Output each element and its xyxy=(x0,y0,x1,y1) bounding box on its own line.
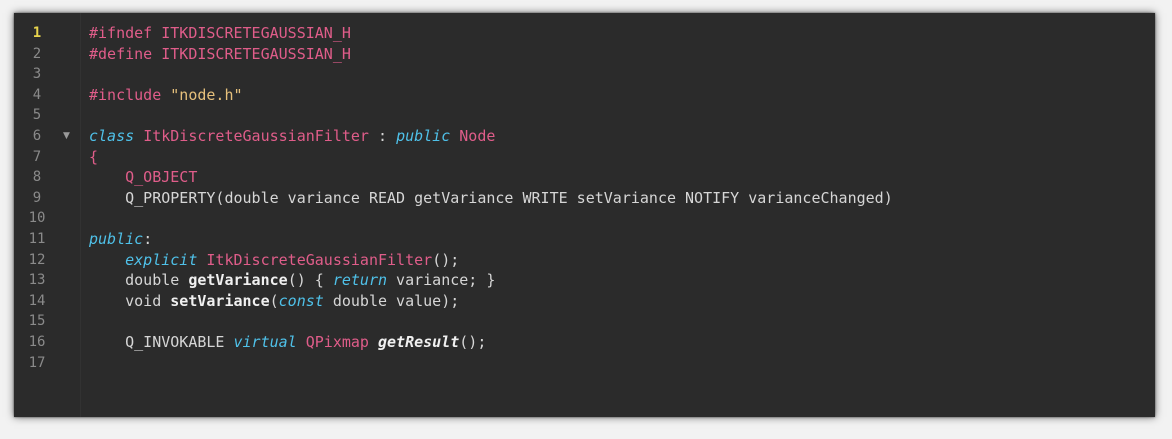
line-number: 6 xyxy=(32,128,42,144)
code-token: : xyxy=(143,230,153,248)
code-token: "node.h" xyxy=(170,85,243,104)
code-line-text: #include "node.h" xyxy=(89,85,243,105)
code-token: #define ITKDISCRETEGAUSSIAN_H xyxy=(89,44,351,63)
code-token: Q_PROPERTY(double variance READ getVaria… xyxy=(89,188,893,207)
code-line[interactable] xyxy=(81,64,1155,84)
code-token: ItkDiscreteGaussianFilter xyxy=(206,250,433,269)
code-line[interactable]: Q_INVOKABLE virtual QPixmap getResult(); xyxy=(81,332,1155,352)
line-number: 3 xyxy=(32,66,42,83)
code-token: #ifndef ITKDISCRETEGAUSSIAN_H xyxy=(89,24,351,42)
code-token: #include xyxy=(89,85,171,104)
code-line[interactable]: { xyxy=(81,147,1155,167)
code-line-text: Q_PROPERTY(double variance READ getVaria… xyxy=(89,188,893,208)
line-number: 9 xyxy=(32,189,42,206)
code-token: const xyxy=(278,291,324,310)
code-token: Q_INVOKABLE xyxy=(89,333,234,351)
code-token: variance; } xyxy=(387,271,496,290)
code-token: double value); xyxy=(323,291,460,310)
code-token: : xyxy=(368,127,397,145)
code-line-text: class ItkDiscreteGaussianFilter : public… xyxy=(89,126,495,146)
code-token: Node xyxy=(459,127,496,145)
code-token: class xyxy=(89,127,135,145)
code-line-text: Q_OBJECT xyxy=(89,167,197,187)
line-number: 13 xyxy=(28,272,46,289)
line-number: 7 xyxy=(32,148,42,165)
line-number: 14 xyxy=(28,292,46,309)
code-token: public xyxy=(89,230,144,248)
code-token: (); xyxy=(432,250,460,269)
code-line-text: { xyxy=(89,147,98,167)
code-editor-window: 1 2 3 4 5 6 ▼ 7 8 9 10 11 12 13 14 15 16 17 #ifndef ITKDI… xyxy=(14,13,1155,417)
line-number: 17 xyxy=(28,354,46,371)
code-line[interactable]: Q_PROPERTY(double variance READ getVaria… xyxy=(81,188,1155,208)
code-token: virtual xyxy=(233,333,297,351)
code-line[interactable] xyxy=(81,208,1155,228)
line-number: 16 xyxy=(28,334,46,350)
code-line[interactable] xyxy=(81,311,1155,331)
code-line-text: explicit ItkDiscreteGaussianFilter(); xyxy=(89,250,459,270)
code-token: ( xyxy=(269,291,279,310)
line-number-gutter: 1 2 3 4 5 6 ▼ 7 8 9 10 11 12 13 14 15 16 17 xyxy=(14,13,80,417)
code-token: () { xyxy=(287,271,333,290)
code-token: public xyxy=(396,127,451,145)
code-token: { xyxy=(89,147,99,166)
code-line-text: #ifndef ITKDISCRETEGAUSSIAN_H xyxy=(89,23,351,43)
code-line[interactable]: #include "node.h" xyxy=(81,85,1155,105)
code-token: ItkDiscreteGaussianFilter xyxy=(143,127,369,145)
line-number: 4 xyxy=(32,86,42,103)
line-number: 5 xyxy=(32,107,42,124)
code-token: setVariance xyxy=(170,291,270,310)
code-text-area[interactable]: #ifndef ITKDISCRETEGAUSSIAN_H #define ITK… xyxy=(80,13,1155,417)
code-token: getResult xyxy=(378,333,460,351)
code-line-text: void setVariance(const double value); xyxy=(89,291,459,311)
code-line-text: Q_INVOKABLE virtual QPixmap getResult(); xyxy=(89,332,486,352)
line-number: 15 xyxy=(28,313,46,330)
code-line-text: public: xyxy=(89,229,152,249)
code-token: return xyxy=(332,271,388,290)
line-number: 2 xyxy=(32,45,42,62)
code-line[interactable] xyxy=(81,353,1155,373)
code-token: void xyxy=(89,291,171,310)
line-number: 1 xyxy=(32,25,42,41)
code-token: (); xyxy=(459,333,487,351)
code-token: getVariance xyxy=(188,271,288,290)
fold-toggle-icon[interactable]: ▼ xyxy=(63,126,73,146)
code-line-text: #define ITKDISCRETEGAUSSIAN_H xyxy=(89,44,351,64)
code-line[interactable] xyxy=(81,105,1155,125)
code-token: double xyxy=(89,271,189,290)
code-line[interactable]: #ifndef ITKDISCRETEGAUSSIAN_H xyxy=(81,23,1155,43)
line-number: 10 xyxy=(28,210,46,227)
line-number: 8 xyxy=(32,169,42,186)
code-token: Q_OBJECT xyxy=(125,168,198,187)
code-line[interactable]: class ItkDiscreteGaussianFilter : public… xyxy=(81,126,1155,146)
line-number: 11 xyxy=(28,231,46,247)
code-token: explicit xyxy=(125,250,198,269)
code-line[interactable]: public: xyxy=(81,229,1155,249)
code-line[interactable]: #define ITKDISCRETEGAUSSIAN_H xyxy=(81,44,1155,64)
code-line[interactable]: double getVariance() { return variance; … xyxy=(81,270,1155,290)
line-number: 12 xyxy=(28,251,46,268)
code-line-text: double getVariance() { return variance; … xyxy=(89,270,495,290)
code-line[interactable]: Q_OBJECT xyxy=(81,167,1155,187)
code-line[interactable]: explicit ItkDiscreteGaussianFilter(); xyxy=(81,250,1155,270)
code-line[interactable]: void setVariance(const double value); xyxy=(81,291,1155,311)
code-token: QPixmap xyxy=(305,333,369,351)
